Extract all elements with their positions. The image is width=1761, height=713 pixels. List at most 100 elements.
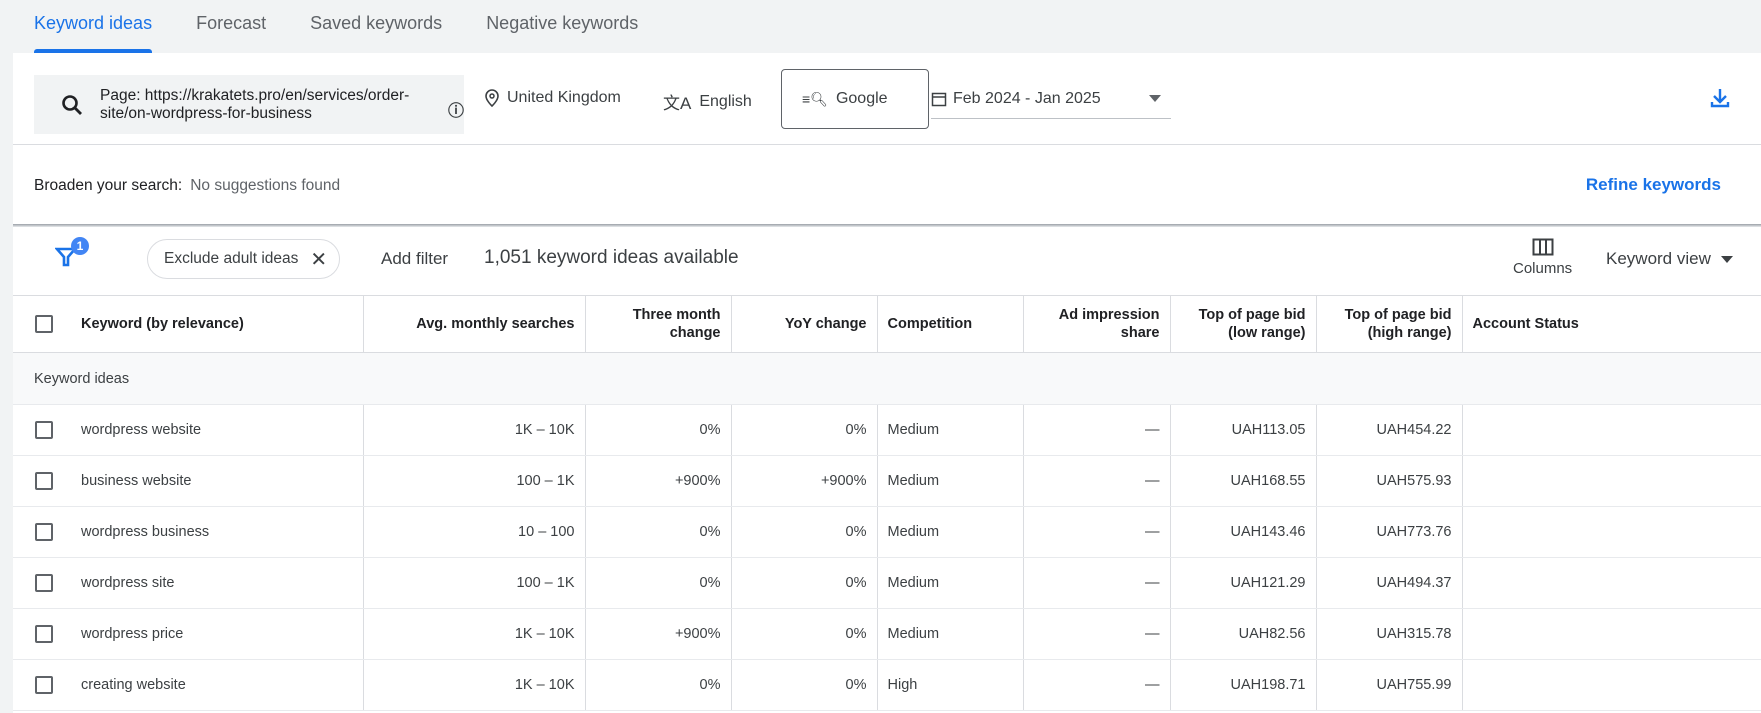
info-icon[interactable]: ⓘ (448, 97, 464, 121)
table-row: wordpress site 100 – 1K 0% 0% Medium — UAH121.… (13, 557, 1761, 609)
header-competition[interactable]: Competition (876, 295, 1023, 353)
cell-three-month: +900% (584, 608, 731, 660)
network-label: Google (835, 90, 888, 107)
cell-avg-monthly: 10 – 100 (362, 506, 585, 558)
columns-button[interactable]: Columns (1513, 238, 1572, 277)
cell-keyword: wordpress price (13, 608, 363, 660)
header-yoy[interactable]: YoY change (730, 295, 877, 353)
cell-three-month: 0% (584, 659, 731, 711)
cell-ad-impression: — (1022, 608, 1170, 660)
close-icon[interactable]: ✕ (310, 247, 327, 272)
keyword-table: Keyword (by relevance) Avg. monthly sear… (13, 295, 1761, 711)
cell-bid-low: UAH143.46 (1169, 506, 1316, 558)
cell-avg-monthly: 1K – 10K (362, 659, 585, 711)
table-row: wordpress website 1K – 10K 0% 0% Medium — UAH1… (13, 404, 1761, 456)
cell-bid-low: UAH113.05 (1169, 404, 1316, 456)
row-checkbox[interactable] (35, 421, 53, 439)
row-checkbox[interactable] (35, 625, 53, 643)
tab-negative-keywords[interactable]: Negative keywords (464, 0, 660, 53)
header-avg-monthly[interactable]: Avg. monthly searches (362, 295, 585, 353)
date-range-selector[interactable]: Feb 2024 - Jan 2025 (931, 89, 1171, 119)
filter-count-badge: 1 (71, 237, 89, 255)
chip-label: Exclude adult ideas (164, 250, 299, 267)
language-label: English (699, 92, 752, 110)
search-value: Page: https://krakatets.pro/en/services/… (100, 86, 410, 122)
cell-bid-low: UAH168.55 (1169, 455, 1316, 507)
keyword-view-label: Keyword view (1606, 249, 1711, 268)
cell-ad-impression: — (1022, 455, 1170, 507)
cell-three-month: 0% (584, 404, 731, 456)
table-row: wordpress business 10 – 100 0% 0% Medium — UAH… (13, 506, 1761, 558)
select-all-checkbox[interactable] (35, 315, 53, 334)
cell-keyword: wordpress website (13, 404, 363, 456)
location-pin-icon (485, 89, 499, 107)
header-bid-low[interactable]: Top of page bid (low range) (1169, 295, 1316, 353)
add-filter-button[interactable]: Add filter (381, 249, 448, 269)
cell-ad-impression: — (1022, 404, 1170, 456)
cell-bid-low: UAH121.29 (1169, 557, 1316, 609)
columns-label: Columns (1513, 260, 1573, 277)
header-three-month[interactable]: Three month change (584, 295, 731, 353)
section-label: Keyword ideas (13, 352, 1761, 405)
keyword-count: 1,051 keyword ideas available (484, 247, 739, 268)
cell-bid-high: UAH575.93 (1315, 455, 1462, 507)
cell-yoy: 0% (730, 557, 877, 609)
keyword-text: business website (81, 472, 192, 489)
cell-keyword: wordpress site (13, 557, 363, 609)
cell-competition: Medium (876, 404, 1023, 456)
broaden-value: No suggestions found (190, 177, 341, 194)
row-checkbox[interactable] (35, 676, 53, 694)
table-row: creating website 1K – 10K 0% 0% High — UAH198.… (13, 659, 1761, 711)
refine-keywords-link[interactable]: Refine keywords (1586, 175, 1721, 195)
cell-ad-impression: — (1022, 659, 1170, 711)
cell-keyword: wordpress business (13, 506, 363, 558)
filter-button[interactable]: 1 (54, 237, 89, 272)
section-row: Keyword ideas (13, 352, 1761, 405)
header-account-status[interactable]: Account Status (1461, 295, 1761, 353)
cell-three-month: 0% (584, 557, 731, 609)
cell-competition: Medium (876, 506, 1023, 558)
cell-avg-monthly: 1K – 10K (362, 404, 585, 456)
tab-keyword-ideas[interactable]: Keyword ideas (0, 0, 174, 53)
broaden-search: Broaden your search: No suggestions found (34, 177, 340, 195)
cell-bid-high: UAH454.22 (1315, 404, 1462, 456)
cell-avg-monthly: 100 – 1K (362, 455, 585, 507)
calendar-icon (931, 92, 947, 106)
row-checkbox[interactable] (35, 574, 53, 592)
chevron-down-icon (1149, 95, 1161, 108)
cell-avg-monthly: 100 – 1K (362, 557, 585, 609)
tab-saved-keywords[interactable]: Saved keywords (288, 0, 464, 53)
keyword-text: wordpress price (81, 625, 184, 642)
header-ad-impression[interactable]: Ad impression share (1022, 295, 1170, 353)
search-input[interactable]: Page: https://krakatets.pro/en/services/… (34, 75, 464, 134)
cell-bid-low: UAH82.56 (1169, 608, 1316, 660)
keyword-text: wordpress business (81, 523, 210, 540)
network-selector[interactable]: ≡🔍︎ Google (781, 69, 929, 129)
cell-competition: Medium (876, 608, 1023, 660)
cell-bid-high: UAH494.37 (1315, 557, 1462, 609)
cell-competition: Medium (876, 455, 1023, 507)
cell-three-month: 0% (584, 506, 731, 558)
cell-account-status (1461, 659, 1761, 711)
row-checkbox[interactable] (35, 472, 53, 490)
row-checkbox[interactable] (35, 523, 53, 541)
header-bid-high[interactable]: Top of page bid (high range) (1315, 295, 1462, 353)
keyword-view-dropdown[interactable]: Keyword view (1606, 249, 1733, 269)
cell-keyword: business website (13, 455, 363, 507)
cell-ad-impression: — (1022, 506, 1170, 558)
download-button[interactable] (1709, 87, 1731, 114)
location-label: United Kingdom (507, 89, 621, 106)
table-row: business website 100 – 1K +900% +900% Medium… (13, 455, 1761, 507)
table-header-row: Keyword (by relevance) Avg. monthly sear… (13, 295, 1761, 353)
cell-yoy: 0% (730, 659, 877, 711)
language-selector[interactable]: 文A English (663, 89, 752, 114)
filter-chip-exclude-adult[interactable]: Exclude adult ideas ✕ (147, 239, 341, 279)
keyword-text: creating website (81, 676, 186, 693)
header-keyword[interactable]: Keyword (by relevance) (13, 295, 363, 353)
table-row: wordpress price 1K – 10K +900% 0% Medium — UAH… (13, 608, 1761, 660)
tab-bar: Keyword ideas Forecast Saved keywords Ne… (0, 0, 660, 53)
keyword-text: wordpress site (81, 574, 175, 591)
location-selector[interactable]: United Kingdom (485, 89, 621, 107)
caret-down-icon (1720, 255, 1733, 269)
tab-forecast[interactable]: Forecast (174, 0, 288, 53)
